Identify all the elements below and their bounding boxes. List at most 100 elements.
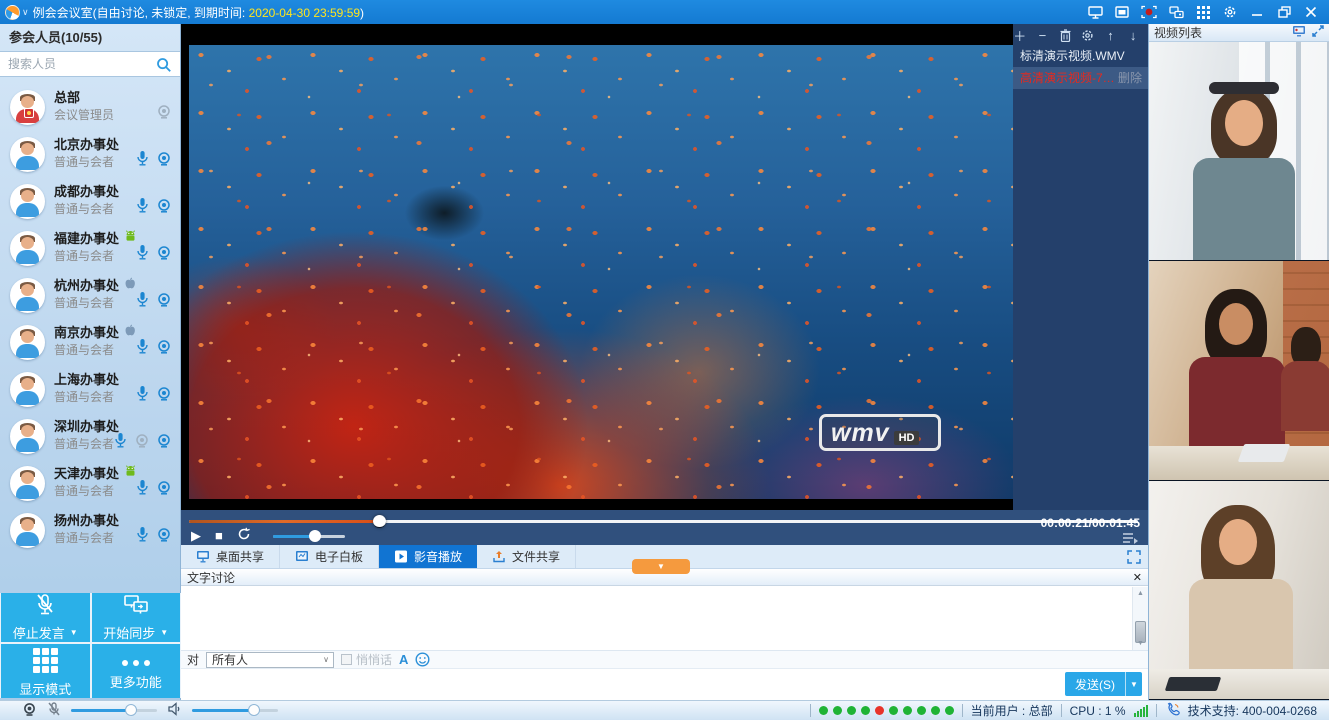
mic-icon[interactable] — [135, 526, 150, 548]
message-input[interactable] — [185, 671, 1038, 696]
participant-row[interactable]: 上海办事处 普通与会者 — [0, 366, 180, 413]
tab-media-playback[interactable]: 影音播放 — [379, 545, 477, 568]
minimize-icon[interactable] — [1247, 3, 1267, 21]
play-button[interactable]: ▶ — [191, 527, 201, 545]
video-thumbnail-2[interactable] — [1149, 261, 1329, 480]
connection-dots — [819, 706, 954, 715]
chevron-down-icon[interactable]: ∨ — [22, 7, 29, 18]
chat-scrollbar[interactable]: ▲ ▼ — [1132, 587, 1148, 650]
mic-icon[interactable] — [135, 291, 150, 313]
chevron-down-icon[interactable]: ▼ — [70, 628, 78, 637]
participant-row[interactable]: 总部 会议管理员 — [0, 84, 180, 131]
network-share-icon[interactable] — [1166, 3, 1186, 21]
playlist-item-selected[interactable]: 高清演示视频-720P.wmv 删除 — [1013, 67, 1148, 89]
gear-icon[interactable] — [1220, 3, 1240, 21]
more-functions-button[interactable]: 更多功能 — [92, 644, 181, 698]
font-button[interactable]: A — [399, 652, 408, 667]
volume-thumb[interactable] — [309, 530, 321, 542]
webcam-icon[interactable] — [156, 339, 172, 360]
participant-name: 南京办事处 — [54, 323, 119, 342]
tab-whiteboard[interactable]: 电子白板 — [280, 545, 379, 568]
move-up-icon[interactable]: ↑ — [1104, 28, 1118, 42]
seek-thumb[interactable] — [373, 515, 386, 528]
scroll-down-icon[interactable]: ▼ — [1133, 637, 1148, 650]
mic-muted-icon[interactable] — [47, 702, 61, 720]
mic-icon[interactable] — [135, 244, 150, 266]
mic-icon[interactable] — [135, 479, 150, 501]
participant-row[interactable]: 杭州办事处 普通与会者 — [0, 272, 180, 319]
webcam-icon[interactable] — [156, 151, 172, 172]
settings-icon[interactable] — [1081, 28, 1095, 42]
volume-slider[interactable] — [273, 535, 345, 538]
mic-volume-slider[interactable] — [71, 709, 157, 712]
participant-row[interactable]: 深圳办事处 普通与会者 — [0, 413, 180, 460]
playlist-item[interactable]: 标清演示视频.WMV — [1013, 45, 1148, 67]
participant-row[interactable]: 福建办事处 普通与会者 — [0, 225, 180, 272]
screen-share-icon[interactable] — [1085, 3, 1105, 21]
speaker-icon[interactable] — [167, 702, 182, 719]
webcam-icon[interactable] — [156, 198, 172, 219]
window-title: 例会会议室(自由讨论, 未锁定, 到期时间: 2020-04-30 23:59:… — [33, 4, 364, 21]
participant-row[interactable]: 成都办事处 普通与会者 — [0, 178, 180, 225]
seek-bar[interactable] — [189, 520, 1138, 523]
expand-icon[interactable] — [1312, 25, 1324, 40]
mic-icon[interactable] — [135, 338, 150, 360]
fullscreen-icon[interactable] — [1127, 545, 1141, 568]
webcam-icon[interactable] — [156, 292, 172, 313]
tab-file-share[interactable]: 文件共享 — [477, 545, 576, 568]
record-icon[interactable] — [1139, 3, 1159, 21]
remove-icon[interactable]: − — [1036, 28, 1050, 42]
monitor-icon[interactable] — [1292, 25, 1306, 40]
maximize-icon[interactable] — [1274, 3, 1294, 21]
emoji-icon[interactable] — [415, 652, 430, 667]
webcam-icon[interactable] — [22, 702, 37, 720]
delete-link[interactable]: 删除 — [1115, 67, 1148, 89]
recipient-select[interactable]: 所有人 ∨ — [206, 652, 334, 668]
collapse-handle[interactable]: ▼ — [632, 559, 690, 574]
video-thumbnail-1[interactable] — [1149, 42, 1329, 261]
webcam-icon[interactable] — [156, 245, 172, 266]
participant-row[interactable]: 扬州办事处 普通与会者 — [0, 507, 180, 554]
current-user: 当前用户 : 总部 — [971, 702, 1053, 719]
close-icon[interactable]: ✕ — [1133, 571, 1142, 584]
participant-row[interactable]: 天津办事处 普通与会者 — [0, 460, 180, 507]
send-options-icon[interactable]: ▼ — [1125, 672, 1142, 696]
webcam-icon[interactable] — [156, 433, 172, 454]
webcam-disabled-icon[interactable] — [156, 104, 172, 125]
loop-button[interactable] — [237, 527, 251, 546]
trash-icon[interactable] — [1058, 28, 1072, 42]
whisper-checkbox[interactable] — [341, 654, 352, 665]
webcam-icon[interactable] — [156, 386, 172, 407]
app-logo-icon[interactable] — [5, 5, 20, 20]
mic-icon[interactable] — [113, 432, 128, 454]
speaker-volume-thumb[interactable] — [248, 704, 260, 716]
close-icon[interactable] — [1301, 3, 1321, 21]
search-input[interactable] — [0, 52, 150, 76]
send-button[interactable]: 发送(S) ▼ — [1065, 672, 1142, 696]
start-sync-button[interactable]: 开始同步▼ — [92, 593, 181, 642]
display-mode-button[interactable]: 显示模式 — [1, 644, 90, 698]
search-icon[interactable] — [156, 57, 172, 78]
scroll-up-icon[interactable]: ▲ — [1133, 587, 1148, 600]
webcam-icon[interactable] — [156, 527, 172, 548]
video-thumbnail-3[interactable] — [1149, 481, 1329, 700]
speaker-volume-slider[interactable] — [192, 709, 278, 712]
stop-button[interactable]: ■ — [215, 527, 223, 545]
move-down-icon[interactable]: ↓ — [1126, 28, 1140, 42]
mic-icon[interactable] — [135, 197, 150, 219]
mic-icon[interactable] — [135, 150, 150, 172]
webcam-icon[interactable] — [156, 480, 172, 501]
stop-speaking-button[interactable]: 停止发言▼ — [1, 593, 90, 642]
tab-desktop-share[interactable]: 桌面共享 — [181, 545, 280, 568]
participant-row[interactable]: 南京办事处 普通与会者 — [0, 319, 180, 366]
mic-icon[interactable] — [135, 385, 150, 407]
window-icon[interactable] — [1112, 3, 1132, 21]
chevron-down-icon[interactable]: ▼ — [160, 628, 168, 637]
add-icon[interactable]: ＋ — [1013, 28, 1027, 42]
webcam-disabled-icon[interactable] — [134, 433, 150, 454]
video-frame[interactable]: wmv HD — [181, 24, 1013, 510]
grid-icon[interactable] — [1193, 3, 1213, 21]
send-label: 发送(S) — [1065, 672, 1125, 696]
mic-volume-thumb[interactable] — [125, 704, 137, 716]
participant-row[interactable]: 北京办事处 普通与会者 — [0, 131, 180, 178]
